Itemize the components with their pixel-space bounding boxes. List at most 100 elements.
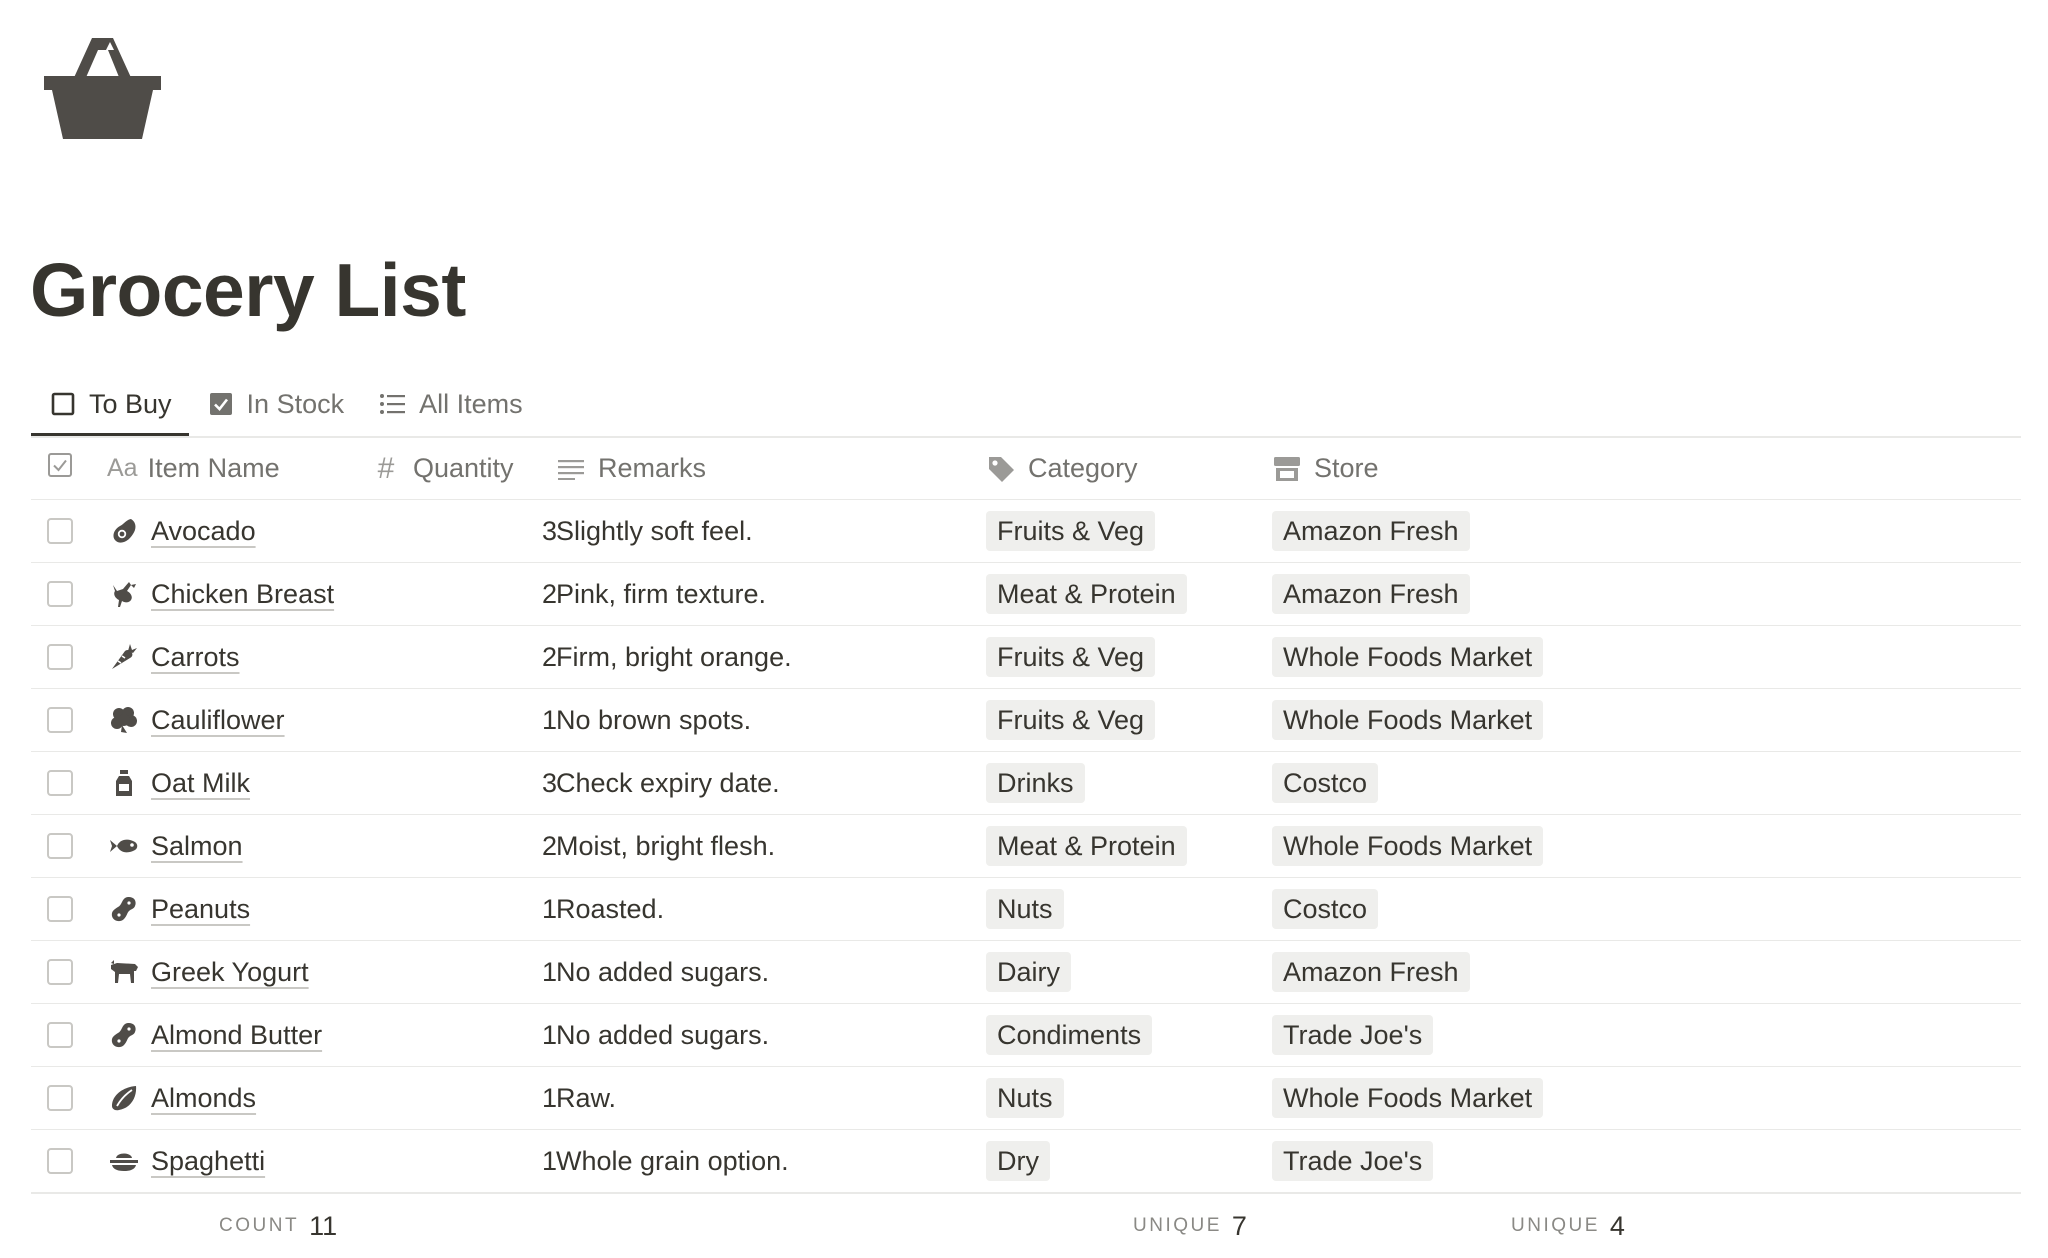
row-checkbox-cell[interactable]	[47, 500, 77, 562]
quantity-cell[interactable]: 1	[371, 689, 557, 751]
item-name-link[interactable]: Spaghetti	[151, 1146, 265, 1177]
remarks-cell[interactable]: Pink, firm texture.	[556, 563, 766, 625]
remarks-cell[interactable]: Check expiry date.	[556, 752, 780, 814]
table-row[interactable]: Peanuts 1 Roasted. Nuts Costco	[31, 877, 2021, 940]
select-all-cell[interactable]	[47, 438, 77, 499]
tab-in-stock[interactable]: In Stock	[189, 372, 362, 436]
category-cell[interactable]: Condiments	[986, 1004, 1153, 1066]
store-cell[interactable]: Costco	[1272, 752, 1379, 814]
row-checkbox[interactable]	[47, 896, 73, 922]
store-cell[interactable]: Costco	[1272, 878, 1379, 940]
item-name-link[interactable]: Almonds	[151, 1083, 256, 1114]
column-header-quantity[interactable]: # Quantity	[371, 438, 561, 499]
item-name-link[interactable]: Avocado	[151, 516, 256, 547]
row-checkbox-cell[interactable]	[47, 626, 77, 688]
table-row[interactable]: Oat Milk 3 Check expiry date. Drinks Costco	[31, 751, 2021, 814]
row-checkbox[interactable]	[47, 959, 73, 985]
quantity-cell[interactable]: 3	[371, 752, 557, 814]
table-row[interactable]: Spaghetti 1 Whole grain option. Dry Trade Jo…	[31, 1129, 2021, 1192]
item-name-link[interactable]: Salmon	[151, 831, 243, 862]
store-cell[interactable]: Whole Foods Market	[1272, 626, 1544, 688]
table-row[interactable]: Salmon 2 Moist, bright flesh. Meat & Protei…	[31, 814, 2021, 877]
quantity-cell[interactable]: 1	[371, 1130, 557, 1192]
item-name-cell[interactable]: Almond Butter	[107, 1004, 322, 1066]
item-name-link[interactable]: Oat Milk	[151, 768, 250, 799]
row-checkbox-cell[interactable]	[47, 815, 77, 877]
row-checkbox-cell[interactable]	[47, 563, 77, 625]
item-name-link[interactable]: Peanuts	[151, 894, 250, 925]
remarks-cell[interactable]: Moist, bright flesh.	[556, 815, 775, 877]
item-name-cell[interactable]: Carrots	[107, 626, 240, 688]
quantity-cell[interactable]: 3	[371, 500, 557, 562]
category-cell[interactable]: Dairy	[986, 941, 1072, 1003]
remarks-cell[interactable]: Roasted.	[556, 878, 664, 940]
table-row[interactable]: Cauliflower 1 No brown spots. Fruits & Veg W…	[31, 688, 2021, 751]
category-cell[interactable]: Nuts	[986, 878, 1064, 940]
quantity-cell[interactable]: 1	[371, 1067, 557, 1129]
item-name-cell[interactable]: Salmon	[107, 815, 243, 877]
row-checkbox-cell[interactable]	[47, 878, 77, 940]
quantity-cell[interactable]: 2	[371, 563, 557, 625]
row-checkbox-cell[interactable]	[47, 941, 77, 1003]
category-cell[interactable]: Dry	[986, 1130, 1050, 1192]
store-cell[interactable]: Whole Foods Market	[1272, 689, 1544, 751]
row-checkbox-cell[interactable]	[47, 752, 77, 814]
remarks-cell[interactable]: Whole grain option.	[556, 1130, 789, 1192]
item-name-cell[interactable]: Oat Milk	[107, 752, 250, 814]
count-calculation[interactable]: COUNT 11	[219, 1194, 337, 1258]
item-name-cell[interactable]: Almonds	[107, 1067, 256, 1129]
row-checkbox[interactable]	[47, 707, 73, 733]
item-name-cell[interactable]: Spaghetti	[107, 1130, 265, 1192]
item-name-cell[interactable]: Cauliflower	[107, 689, 285, 751]
table-row[interactable]: Greek Yogurt 1 No added sugars. Dairy Amazon…	[31, 940, 2021, 1003]
store-cell[interactable]: Trade Joe's	[1272, 1130, 1434, 1192]
item-name-cell[interactable]: Avocado	[107, 500, 256, 562]
item-name-link[interactable]: Cauliflower	[151, 705, 285, 736]
store-cell[interactable]: Whole Foods Market	[1272, 1067, 1544, 1129]
quantity-cell[interactable]: 2	[371, 815, 557, 877]
row-checkbox[interactable]	[47, 644, 73, 670]
remarks-cell[interactable]: Slightly soft feel.	[556, 500, 753, 562]
quantity-cell[interactable]: 2	[371, 626, 557, 688]
row-checkbox-cell[interactable]	[47, 1130, 77, 1192]
store-cell[interactable]: Amazon Fresh	[1272, 500, 1470, 562]
item-name-link[interactable]: Chicken Breast	[151, 579, 334, 610]
item-name-link[interactable]: Carrots	[151, 642, 240, 673]
row-checkbox[interactable]	[47, 581, 73, 607]
store-cell[interactable]: Trade Joe's	[1272, 1004, 1434, 1066]
row-checkbox-cell[interactable]	[47, 1004, 77, 1066]
row-checkbox-cell[interactable]	[47, 1067, 77, 1129]
category-cell[interactable]: Fruits & Veg	[986, 500, 1156, 562]
row-checkbox-cell[interactable]	[47, 689, 77, 751]
remarks-cell[interactable]: No added sugars.	[556, 1004, 769, 1066]
column-header-remarks[interactable]: Remarks	[556, 438, 706, 499]
row-checkbox[interactable]	[47, 1085, 73, 1111]
category-cell[interactable]: Drinks	[986, 752, 1085, 814]
table-row[interactable]: Chicken Breast 2 Pink, firm texture. Meat &…	[31, 562, 2021, 625]
row-checkbox[interactable]	[47, 833, 73, 859]
quantity-cell[interactable]: 1	[371, 941, 557, 1003]
table-row[interactable]: Almonds 1 Raw. Nuts Whole Foods Market	[31, 1066, 2021, 1129]
remarks-cell[interactable]: No added sugars.	[556, 941, 769, 1003]
item-name-cell[interactable]: Greek Yogurt	[107, 941, 309, 1003]
tab-to-buy[interactable]: To Buy	[31, 372, 189, 436]
shopping-basket-icon[interactable]	[40, 30, 165, 142]
category-cell[interactable]: Fruits & Veg	[986, 689, 1156, 751]
quantity-cell[interactable]: 1	[371, 878, 557, 940]
column-header-category[interactable]: Category	[986, 438, 1138, 499]
tab-all-items[interactable]: All Items	[361, 372, 540, 436]
item-name-cell[interactable]: Peanuts	[107, 878, 250, 940]
category-cell[interactable]: Fruits & Veg	[986, 626, 1156, 688]
row-checkbox[interactable]	[47, 518, 73, 544]
store-cell[interactable]: Whole Foods Market	[1272, 815, 1544, 877]
row-checkbox[interactable]	[47, 1148, 73, 1174]
column-header-item-name[interactable]: Aa Item Name	[107, 438, 280, 499]
store-cell[interactable]: Amazon Fresh	[1272, 563, 1470, 625]
remarks-cell[interactable]: Raw.	[556, 1067, 616, 1129]
select-all-checkbox-icon[interactable]	[47, 452, 73, 485]
item-name-link[interactable]: Almond Butter	[151, 1020, 322, 1051]
store-cell[interactable]: Amazon Fresh	[1272, 941, 1470, 1003]
table-row[interactable]: Almond Butter 1 No added sugars. Condiments…	[31, 1003, 2021, 1066]
item-name-cell[interactable]: Chicken Breast	[107, 563, 334, 625]
row-checkbox[interactable]	[47, 770, 73, 796]
